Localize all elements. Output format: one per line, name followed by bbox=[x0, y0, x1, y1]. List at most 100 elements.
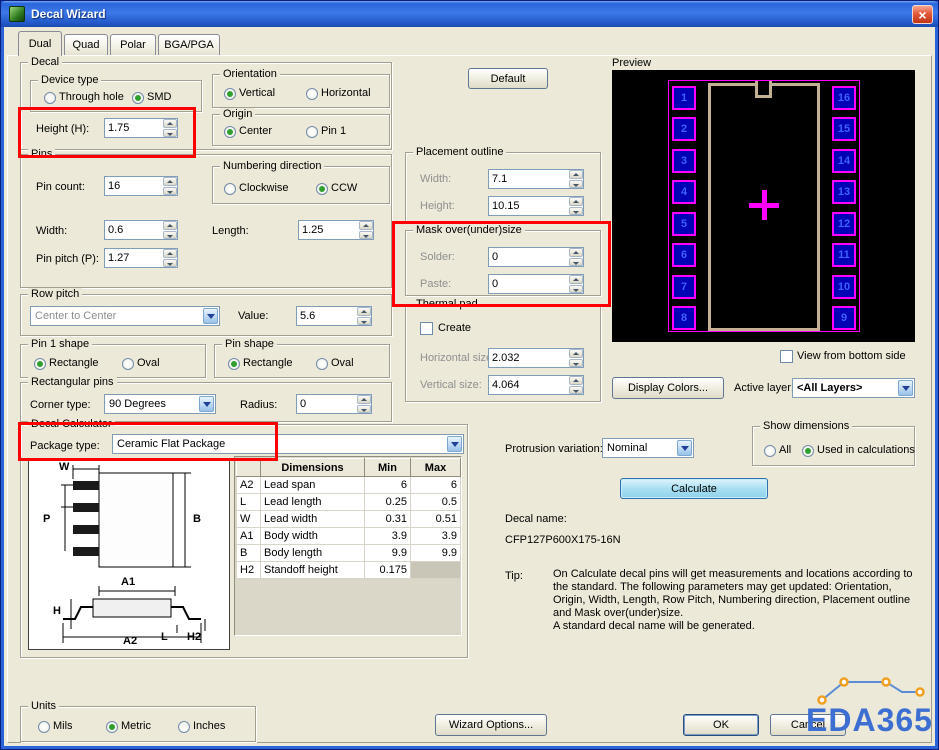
pin-count-input[interactable] bbox=[108, 179, 158, 193]
clockwise-radio[interactable] bbox=[224, 183, 236, 195]
used-in-calculations-radio[interactable] bbox=[802, 445, 814, 457]
center-radio-label[interactable]: Center bbox=[239, 125, 272, 137]
close-button[interactable] bbox=[912, 5, 933, 24]
spin-down-button[interactable] bbox=[569, 358, 583, 367]
radius-input[interactable] bbox=[300, 397, 352, 411]
pin-width-input[interactable] bbox=[108, 223, 158, 237]
create-checkbox[interactable] bbox=[420, 322, 433, 335]
clockwise-radio-label[interactable]: Clockwise bbox=[239, 182, 289, 194]
titlebar[interactable]: Decal Wizard bbox=[1, 1, 938, 27]
thermal-horizontal-input[interactable] bbox=[492, 351, 564, 365]
row-min-cell[interactable]: 6 bbox=[364, 476, 411, 494]
inches-radio-label[interactable]: Inches bbox=[193, 720, 225, 732]
default-button[interactable]: Default bbox=[468, 68, 548, 89]
ok-button[interactable]: OK bbox=[683, 714, 759, 736]
through-hole-radio-label[interactable]: Through hole bbox=[59, 91, 124, 103]
row-min-cell[interactable]: 0.25 bbox=[364, 493, 411, 511]
chevron-down-icon[interactable] bbox=[447, 436, 462, 452]
protrusion-variation-combobox[interactable]: Nominal bbox=[602, 438, 694, 458]
row-max-cell[interactable]: 0.5 bbox=[410, 493, 461, 511]
row-pitch-mode-combobox[interactable]: Center to Center bbox=[30, 306, 220, 326]
view-bottom-checkbox[interactable] bbox=[780, 350, 793, 363]
ccw-radio[interactable] bbox=[316, 183, 328, 195]
spin-up-button[interactable] bbox=[357, 395, 371, 404]
pin-shape-rectangle-radio-label[interactable]: Rectangle bbox=[243, 357, 293, 369]
placement-height-input[interactable] bbox=[492, 199, 564, 213]
pin1-rectangle-radio-label[interactable]: Rectangle bbox=[49, 357, 99, 369]
spin-down-button[interactable] bbox=[163, 230, 177, 239]
chevron-down-icon[interactable] bbox=[898, 380, 913, 396]
corner-type-combobox[interactable]: 90 Degrees bbox=[104, 394, 216, 414]
pin1-radio-label[interactable]: Pin 1 bbox=[321, 125, 346, 137]
row-min-cell[interactable]: 3.9 bbox=[364, 527, 411, 545]
calculate-button[interactable]: Calculate bbox=[620, 478, 768, 499]
chevron-down-icon[interactable] bbox=[677, 440, 692, 456]
tab-dual[interactable]: Dual bbox=[18, 31, 62, 56]
chevron-down-icon[interactable] bbox=[199, 396, 214, 412]
vertical-radio[interactable] bbox=[224, 88, 236, 100]
through-hole-radio[interactable] bbox=[44, 92, 56, 104]
spin-up-button[interactable] bbox=[569, 197, 583, 206]
used-in-calculations-radio-label[interactable]: Used in calculations bbox=[817, 444, 915, 456]
pin-length-input[interactable] bbox=[302, 223, 354, 237]
row-max-cell[interactable]: 0.51 bbox=[410, 510, 461, 528]
spin-down-button[interactable] bbox=[569, 179, 583, 188]
pin-shape-oval-radio-label[interactable]: Oval bbox=[331, 357, 354, 369]
metric-radio-label[interactable]: Metric bbox=[121, 720, 151, 732]
spin-down-button[interactable] bbox=[357, 316, 371, 325]
vertical-radio-label[interactable]: Vertical bbox=[239, 87, 275, 99]
tab-bga-pga[interactable]: BGA/PGA bbox=[158, 34, 220, 55]
smd-radio[interactable] bbox=[132, 92, 144, 104]
row-max-cell[interactable]: 3.9 bbox=[410, 527, 461, 545]
view-bottom-checkbox-label[interactable]: View from bottom side bbox=[797, 350, 906, 362]
spin-up-button[interactable] bbox=[359, 221, 373, 230]
horizontal-radio[interactable] bbox=[306, 88, 318, 100]
spin-down-button[interactable] bbox=[569, 385, 583, 394]
display-colors-button[interactable]: Display Colors... bbox=[612, 377, 724, 399]
thermal-vertical-input[interactable] bbox=[492, 378, 564, 392]
spin-down-button[interactable] bbox=[359, 230, 373, 239]
row-max-cell[interactable]: 6 bbox=[410, 476, 461, 494]
paste-input[interactable] bbox=[492, 277, 564, 291]
spin-up-button[interactable] bbox=[163, 249, 177, 258]
metric-radio[interactable] bbox=[106, 721, 118, 733]
center-radio[interactable] bbox=[224, 126, 236, 138]
pin1-oval-radio[interactable] bbox=[122, 358, 134, 370]
spin-down-button[interactable] bbox=[569, 206, 583, 215]
row-min-cell[interactable]: 9.9 bbox=[364, 544, 411, 562]
solder-input[interactable] bbox=[492, 250, 564, 264]
placement-width-input[interactable] bbox=[492, 172, 564, 186]
smd-radio-label[interactable]: SMD bbox=[147, 91, 171, 103]
mils-radio-label[interactable]: Mils bbox=[53, 720, 73, 732]
spin-up-button[interactable] bbox=[569, 275, 583, 284]
pin1-radio[interactable] bbox=[306, 126, 318, 138]
pin-pitch-input[interactable] bbox=[108, 251, 158, 265]
pin-shape-rectangle-radio[interactable] bbox=[228, 358, 240, 370]
spin-down-button[interactable] bbox=[163, 186, 177, 195]
spin-down-button[interactable] bbox=[569, 284, 583, 293]
mils-radio[interactable] bbox=[38, 721, 50, 733]
row-min-cell[interactable]: 0.31 bbox=[364, 510, 411, 528]
spin-down-button[interactable] bbox=[357, 404, 371, 413]
spin-down-button[interactable] bbox=[163, 128, 177, 137]
chevron-down-icon[interactable] bbox=[203, 308, 218, 324]
show-all-radio-label[interactable]: All bbox=[779, 444, 791, 456]
height-input[interactable] bbox=[108, 121, 158, 135]
active-layer-combobox[interactable]: <All Layers> bbox=[792, 378, 915, 398]
spin-up-button[interactable] bbox=[569, 248, 583, 257]
pin1-rectangle-radio[interactable] bbox=[34, 358, 46, 370]
pin1-oval-radio-label[interactable]: Oval bbox=[137, 357, 160, 369]
spin-up-button[interactable] bbox=[569, 349, 583, 358]
spin-up-button[interactable] bbox=[163, 221, 177, 230]
tab-polar[interactable]: Polar bbox=[110, 34, 156, 55]
tab-quad[interactable]: Quad bbox=[64, 34, 108, 55]
spin-up-button[interactable] bbox=[569, 170, 583, 179]
pin-shape-oval-radio[interactable] bbox=[316, 358, 328, 370]
spin-up-button[interactable] bbox=[357, 307, 371, 316]
row-min-cell[interactable]: 0.175 bbox=[364, 561, 411, 579]
horizontal-radio-label[interactable]: Horizontal bbox=[321, 87, 371, 99]
inches-radio[interactable] bbox=[178, 721, 190, 733]
spin-up-button[interactable] bbox=[569, 376, 583, 385]
package-type-combobox[interactable]: Ceramic Flat Package bbox=[112, 434, 464, 454]
spin-down-button[interactable] bbox=[163, 258, 177, 267]
